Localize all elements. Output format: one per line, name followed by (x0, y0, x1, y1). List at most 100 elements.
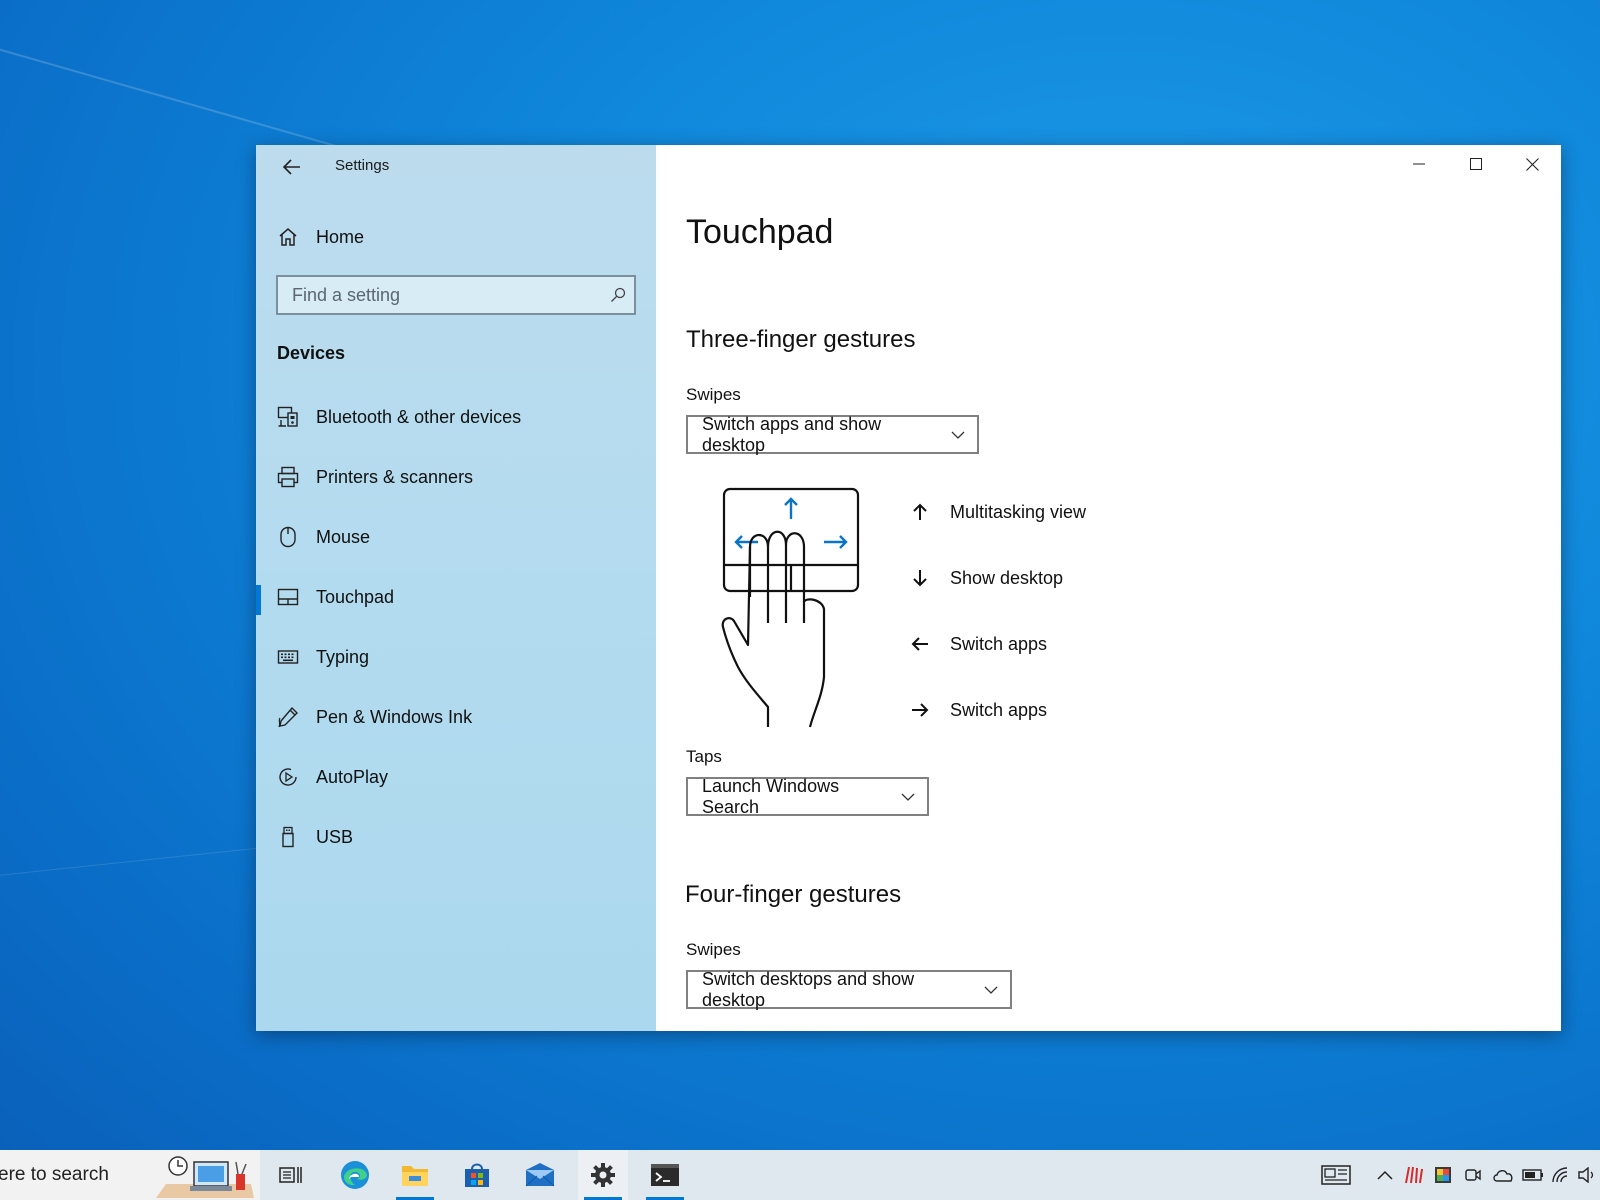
file-explorer-button[interactable] (390, 1150, 440, 1200)
tray-meet-button[interactable] (1460, 1150, 1486, 1200)
tray-onedrive-button[interactable] (1490, 1150, 1516, 1200)
gesture-down-row: Show desktop (906, 564, 1063, 592)
back-button[interactable] (276, 153, 308, 181)
chevron-down-icon (951, 431, 965, 439)
usb-icon (276, 825, 300, 849)
sidebar-item-label: USB (316, 826, 354, 847)
search-icon[interactable] (602, 277, 634, 313)
volume-icon (1578, 1167, 1594, 1183)
taps-label: Taps (686, 747, 722, 766)
chevron-down-icon (901, 793, 915, 801)
news-button[interactable] (1318, 1150, 1354, 1200)
edge-icon (341, 1161, 369, 1189)
taskbar-search-text: ere to search (0, 1164, 109, 1185)
arrow-right-icon (906, 702, 934, 718)
dropdown-value: Launch Windows Search (702, 775, 840, 817)
tray-volume-button[interactable] (1574, 1150, 1600, 1200)
sidebar-item-label: Typing (316, 646, 370, 667)
color-app-icon (1435, 1167, 1451, 1183)
gesture-right-row: Switch apps (906, 696, 1047, 724)
chevron-down-icon (984, 986, 998, 994)
show-hidden-icons-button[interactable] (1372, 1150, 1398, 1200)
store-button[interactable] (452, 1150, 502, 1200)
gesture-label: Show desktop (950, 567, 1064, 588)
terminal-icon (651, 1164, 679, 1186)
app-title: Settings (335, 157, 390, 174)
minimize-button[interactable] (1390, 145, 1447, 183)
tray-battery-button[interactable] (1520, 1150, 1546, 1200)
three-finger-swipes-label: Swipes (686, 385, 741, 404)
minimize-icon (1412, 163, 1425, 165)
tray-app-button[interactable] (1400, 1150, 1426, 1200)
app-tray-icon (1405, 1166, 1423, 1184)
mail-button[interactable] (515, 1150, 565, 1200)
sidebar-item-label: Pen & Windows Ink (316, 706, 473, 727)
autoplay-icon (276, 765, 300, 789)
close-icon (1526, 157, 1539, 171)
settings-window: Settings Home Devices Bluetooth & other … (256, 145, 1561, 1031)
tray-wifi-button[interactable] (1548, 1150, 1574, 1200)
printer-icon (276, 465, 300, 489)
three-finger-swipes-dropdown[interactable]: Switch apps and show desktop (686, 413, 979, 455)
sidebar-nav: Bluetooth & other devices Printers & sca… (256, 387, 656, 867)
task-view-icon (279, 1167, 302, 1183)
battery-icon (1522, 1169, 1543, 1181)
home-icon (279, 228, 297, 246)
task-view-button[interactable] (265, 1150, 315, 1200)
search-box (276, 275, 636, 315)
maximize-button[interactable] (1447, 145, 1504, 183)
touchpad-icon (276, 585, 300, 609)
three-finger-taps-dropdown[interactable]: Launch Windows Search (686, 775, 929, 817)
back-arrow-icon (283, 159, 300, 175)
terminal-button[interactable] (640, 1150, 690, 1200)
three-finger-gesture-illustration (721, 487, 860, 728)
meet-icon (1465, 1169, 1481, 1181)
news-icon (1321, 1165, 1351, 1185)
four-finger-heading: Four-finger gestures (685, 881, 902, 908)
dropdown-value: Switch desktops and show desktop (702, 968, 915, 1010)
search-input[interactable] (278, 283, 602, 307)
dropdown-value: Switch apps and show desktop (702, 413, 882, 455)
sidebar-item-typing[interactable]: Typing (256, 627, 656, 687)
page-title: Touchpad (686, 213, 834, 251)
sidebar: Settings Home Devices Bluetooth & other … (256, 145, 656, 1031)
sidebar-item-label: Touchpad (316, 586, 395, 607)
gesture-left-row: Switch apps (906, 630, 1047, 658)
four-finger-swipes-label: Swipes (686, 940, 741, 959)
chevron-up-icon (1377, 1170, 1393, 1180)
sidebar-item-printers[interactable]: Printers & scanners (256, 447, 656, 507)
home-link[interactable]: Home (278, 223, 364, 251)
sidebar-item-autoplay[interactable]: AutoPlay (256, 747, 656, 807)
sidebar-item-bluetooth[interactable]: Bluetooth & other devices (256, 387, 656, 447)
window-controls (1390, 145, 1561, 183)
store-icon (465, 1163, 489, 1187)
sidebar-item-usb[interactable]: USB (256, 807, 656, 867)
home-label: Home (316, 226, 365, 247)
gesture-label: Multitasking view (950, 501, 1087, 522)
arrow-down-icon (906, 569, 934, 587)
search-highlight-icon (156, 1156, 254, 1198)
main-content: Touchpad Three-finger gestures Swipes Sw… (656, 145, 1561, 1031)
gesture-label: Switch apps (950, 633, 1048, 654)
gesture-up-row: Multitasking view (906, 498, 1086, 526)
taskbar: ere to search (0, 1150, 1600, 1200)
mail-icon (525, 1163, 555, 1187)
close-button[interactable] (1504, 145, 1561, 183)
tray-color-app-button[interactable] (1430, 1150, 1456, 1200)
sidebar-item-mouse[interactable]: Mouse (256, 507, 656, 567)
three-finger-heading: Three-finger gestures (686, 326, 916, 353)
four-finger-swipes-dropdown[interactable]: Switch desktops and show desktop (686, 968, 1012, 1010)
sidebar-item-pen[interactable]: Pen & Windows Ink (256, 687, 656, 747)
sidebar-item-touchpad[interactable]: Touchpad (256, 567, 656, 627)
wifi-icon (1552, 1167, 1568, 1183)
settings-button[interactable] (578, 1150, 628, 1200)
sidebar-item-label: Bluetooth & other devices (316, 406, 522, 427)
edge-button[interactable] (330, 1150, 380, 1200)
sidebar-item-label: Printers & scanners (316, 466, 474, 487)
pen-icon (276, 705, 300, 729)
keyboard-icon (276, 645, 300, 669)
settings-icon (591, 1163, 615, 1187)
gesture-label: Switch apps (950, 699, 1048, 720)
taskbar-search-box[interactable]: ere to search (0, 1150, 260, 1200)
sidebar-item-label: Mouse (316, 526, 371, 547)
